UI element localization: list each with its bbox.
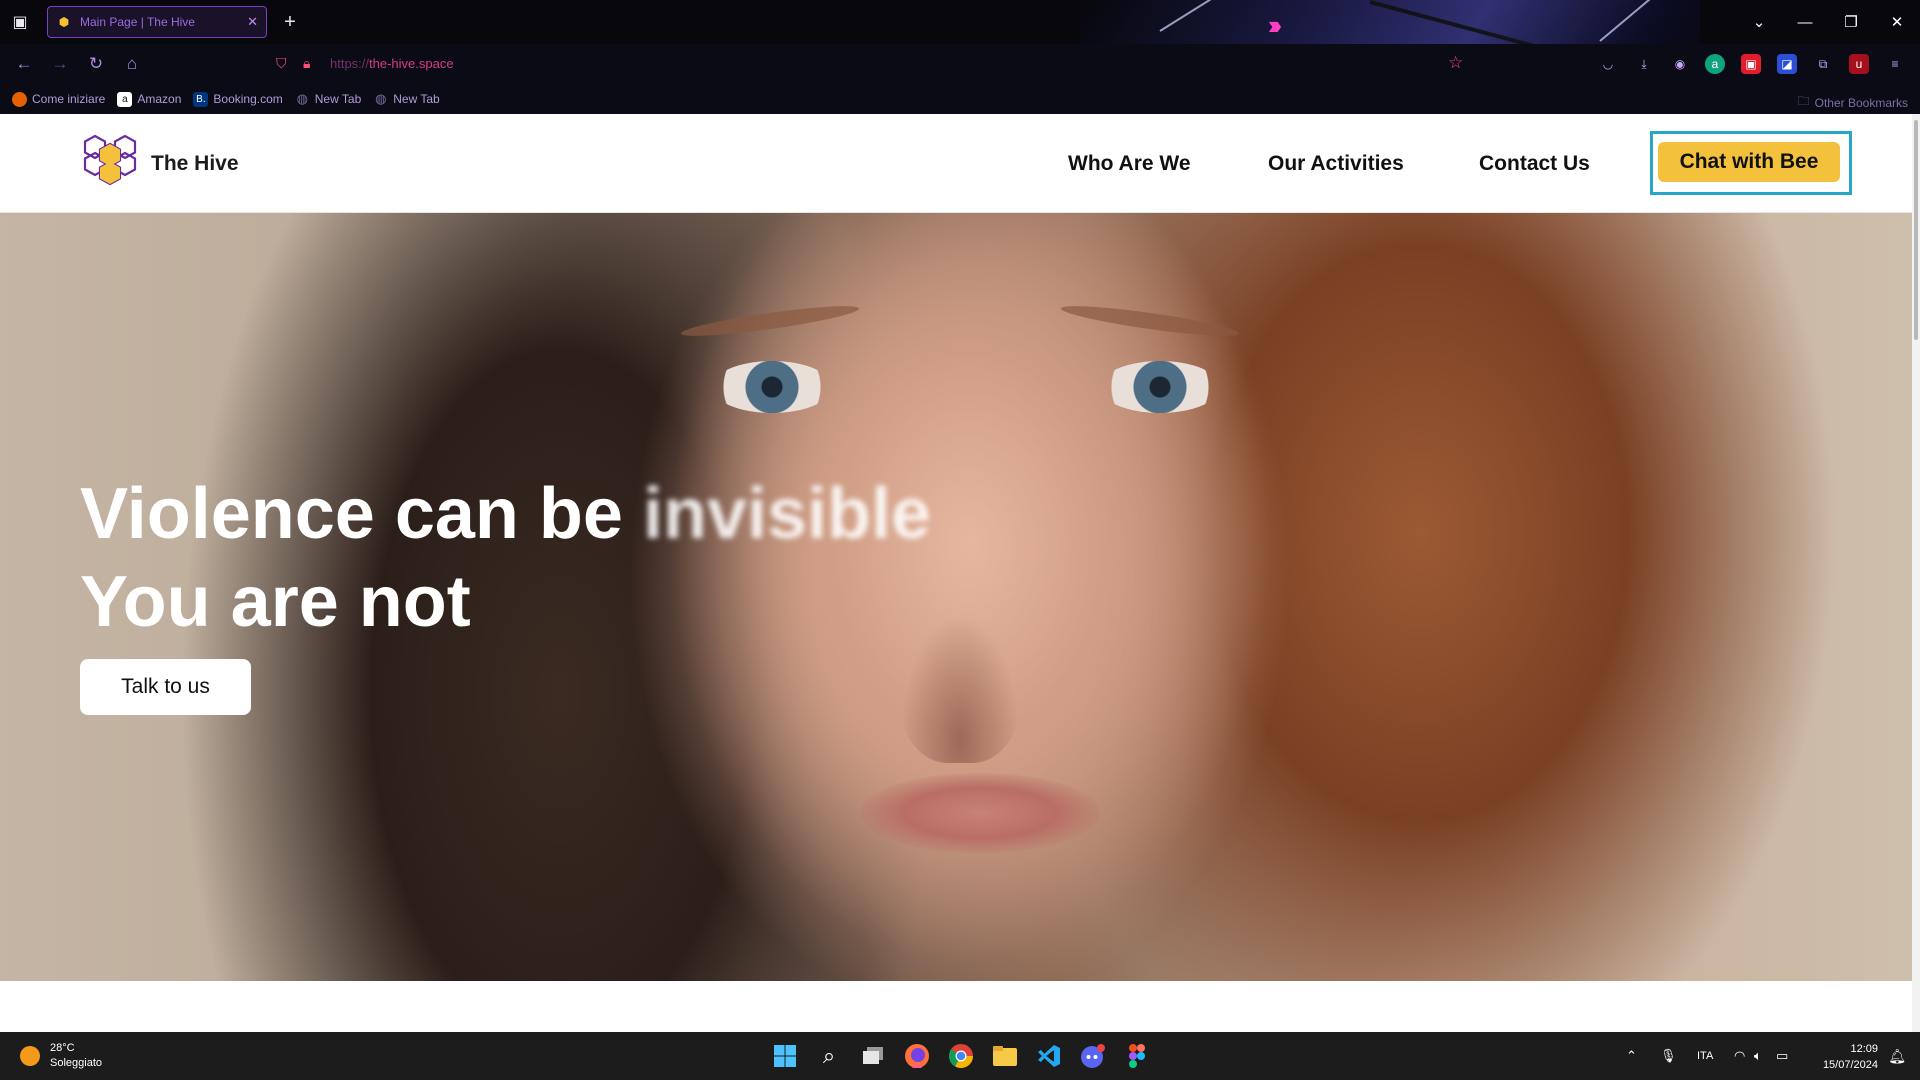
browser-tab-bar: ››› ▣ ⬢ Main Page | The Hive ✕ + ⌄ — ❐ ✕ xyxy=(0,0,1920,44)
active-app-indicator xyxy=(912,1065,922,1068)
downloads-icon[interactable]: ⤓ xyxy=(1634,54,1654,74)
weather-condition: Soleggiato xyxy=(50,1057,102,1069)
close-window-button[interactable]: ✕ xyxy=(1874,0,1920,44)
firefox-taskbar-icon[interactable] xyxy=(901,1040,933,1072)
globe-icon: ◍ xyxy=(375,91,387,106)
file-explorer-icon[interactable] xyxy=(989,1040,1021,1072)
firefox-icon xyxy=(12,91,27,107)
theme-background-art xyxy=(1080,0,1700,44)
app-menu-icon[interactable]: ≡ xyxy=(1885,54,1905,74)
windows-taskbar: 28°C Soleggiato ⌕ ⌃ 🎙︎ ITA ◠ 🔈︎ ▭ 12:09 … xyxy=(0,1032,1920,1080)
url-scheme: https:// xyxy=(330,56,370,71)
bookmark-label: New Tab xyxy=(393,92,440,106)
portrait-eye-right xyxy=(1100,361,1220,413)
sun-icon xyxy=(20,1046,40,1066)
bookmark-booking[interactable]: B. Booking.com xyxy=(193,91,283,107)
scrollbar-thumb[interactable] xyxy=(1914,120,1918,340)
hero-headline-line-1: Violence can be invisible xyxy=(80,470,931,558)
hero-headline: Violence can be invisible You are not xyxy=(80,470,931,646)
chrome-icon[interactable] xyxy=(945,1040,977,1072)
hive-logo-icon[interactable] xyxy=(80,133,140,193)
microphone-icon[interactable]: 🎙︎ xyxy=(1660,1048,1677,1064)
hero-headline-line-2: You are not xyxy=(80,562,471,642)
extensions-icon[interactable]: ⧉ xyxy=(1813,54,1833,74)
clock-time: 12:09 xyxy=(1850,1043,1878,1055)
forward-icon[interactable]: → xyxy=(48,52,72,76)
discord-icon[interactable] xyxy=(1077,1040,1109,1072)
volume-icon[interactable]: 🔈︎ xyxy=(1754,1048,1762,1064)
bookmark-new-tab-1[interactable]: ◍ New Tab xyxy=(295,91,362,107)
task-view-icon[interactable] xyxy=(857,1040,889,1072)
bookmark-new-tab-2[interactable]: ◍ New Tab xyxy=(373,91,440,107)
start-icon[interactable] xyxy=(769,1040,801,1072)
search-icon[interactable]: ⌕ xyxy=(813,1040,845,1072)
url-host: the-hive.space xyxy=(369,56,454,71)
talk-to-us-button[interactable]: Talk to us xyxy=(80,659,251,715)
weather-widget[interactable]: 28°C Soleggiato xyxy=(20,1041,102,1071)
pocket-icon[interactable]: ◡ xyxy=(1598,54,1618,74)
bookmark-label: Booking.com xyxy=(213,92,283,106)
tab-title: Main Page | The Hive xyxy=(80,15,195,29)
brand-name[interactable]: The Hive xyxy=(151,152,239,176)
portrait-eye-left xyxy=(712,361,832,413)
bookmark-come-iniziare[interactable]: Come iniziare xyxy=(12,91,106,107)
other-bookmarks[interactable]: 🗀︎ Other Bookmarks xyxy=(1798,92,1908,113)
booking-icon: B. xyxy=(193,91,209,107)
nav-who-are-we[interactable]: Who Are We xyxy=(1068,152,1191,176)
ublock-extension-icon[interactable]: u xyxy=(1849,54,1869,74)
weather-temperature: 28°C xyxy=(50,1042,75,1054)
bookmark-label: New Tab xyxy=(314,92,362,106)
home-icon[interactable]: ⌂ xyxy=(120,52,144,76)
tab-list-icon[interactable]: ▣ xyxy=(8,10,32,34)
translate-extension-icon[interactable]: ◪ xyxy=(1777,54,1797,74)
reload-icon[interactable]: ↻ xyxy=(84,52,108,76)
tracking-shield-icon[interactable]: ⛉ xyxy=(276,55,287,72)
language-indicator[interactable]: ITA xyxy=(1697,1050,1713,1062)
chatgpt-extension-icon[interactable]: a xyxy=(1705,54,1725,74)
back-icon[interactable]: ← xyxy=(12,52,36,76)
figma-icon[interactable] xyxy=(1121,1040,1153,1072)
tab-overflow-icon[interactable]: ⌄ xyxy=(1736,0,1782,44)
amazon-icon: a xyxy=(117,91,133,107)
browser-nav-bar: ← → ↻ ⌂ ⛉ 🔒︎ https://the-hive.space ☆ ◡ … xyxy=(0,44,1920,84)
globe-icon: ◍ xyxy=(296,91,308,106)
battery-icon[interactable]: ▭ xyxy=(1776,1048,1788,1064)
folder-icon: 🗀︎ xyxy=(1797,94,1810,108)
nav-contact-us[interactable]: Contact Us xyxy=(1479,152,1590,176)
system-clock[interactable]: 12:09 15/07/2024 xyxy=(1823,1041,1878,1073)
tab-close-icon[interactable]: ✕ xyxy=(247,14,258,30)
lock-extension-icon[interactable]: ▣ xyxy=(1741,54,1761,74)
bookmark-label: Amazon xyxy=(137,92,182,106)
site-header: The Hive Who Are We Our Activities Conta… xyxy=(0,114,1920,213)
url-field[interactable]: https://the-hive.space xyxy=(330,56,454,71)
bookmark-amazon[interactable]: a Amazon xyxy=(117,91,182,107)
bookmarks-bar: Come iniziare a Amazon B. Booking.com ◍ … xyxy=(0,84,1920,114)
other-bookmarks-label: Other Bookmarks xyxy=(1814,95,1908,110)
page-scrollbar[interactable] xyxy=(1912,114,1920,1032)
hero-headline-blurred-word: invisible xyxy=(642,474,932,554)
minimize-button[interactable]: — xyxy=(1782,0,1828,44)
nav-our-activities[interactable]: Our Activities xyxy=(1268,152,1404,176)
new-tab-button[interactable]: + xyxy=(278,10,302,34)
wifi-icon[interactable]: ◠ xyxy=(1734,1048,1745,1064)
portrait-lips xyxy=(860,773,1100,853)
theme-chevron-art: ››› xyxy=(1268,10,1282,40)
account-icon[interactable]: ◉ xyxy=(1670,54,1690,74)
hive-favicon-icon: ⬢ xyxy=(58,15,70,29)
vscode-icon[interactable] xyxy=(1033,1040,1065,1072)
bookmark-star-icon[interactable]: ☆ xyxy=(1448,53,1463,73)
restore-button[interactable]: ❐ xyxy=(1828,0,1874,44)
bookmark-label: Come iniziare xyxy=(32,92,106,106)
browser-tab-active[interactable]: ⬢ Main Page | The Hive ✕ xyxy=(47,6,267,38)
tray-overflow-icon[interactable]: ⌃ xyxy=(1626,1048,1637,1064)
hero-headline-text: Violence can be xyxy=(80,474,623,554)
chat-with-bee-button[interactable]: Chat with Bee xyxy=(1658,142,1840,182)
notifications-icon[interactable]: 🔔︎ xyxy=(1888,1048,1906,1065)
window-controls: ⌄ — ❐ ✕ xyxy=(1736,0,1920,44)
lock-icon[interactable]: 🔒︎ xyxy=(303,55,310,72)
clock-date: 15/07/2024 xyxy=(1822,1059,1878,1071)
